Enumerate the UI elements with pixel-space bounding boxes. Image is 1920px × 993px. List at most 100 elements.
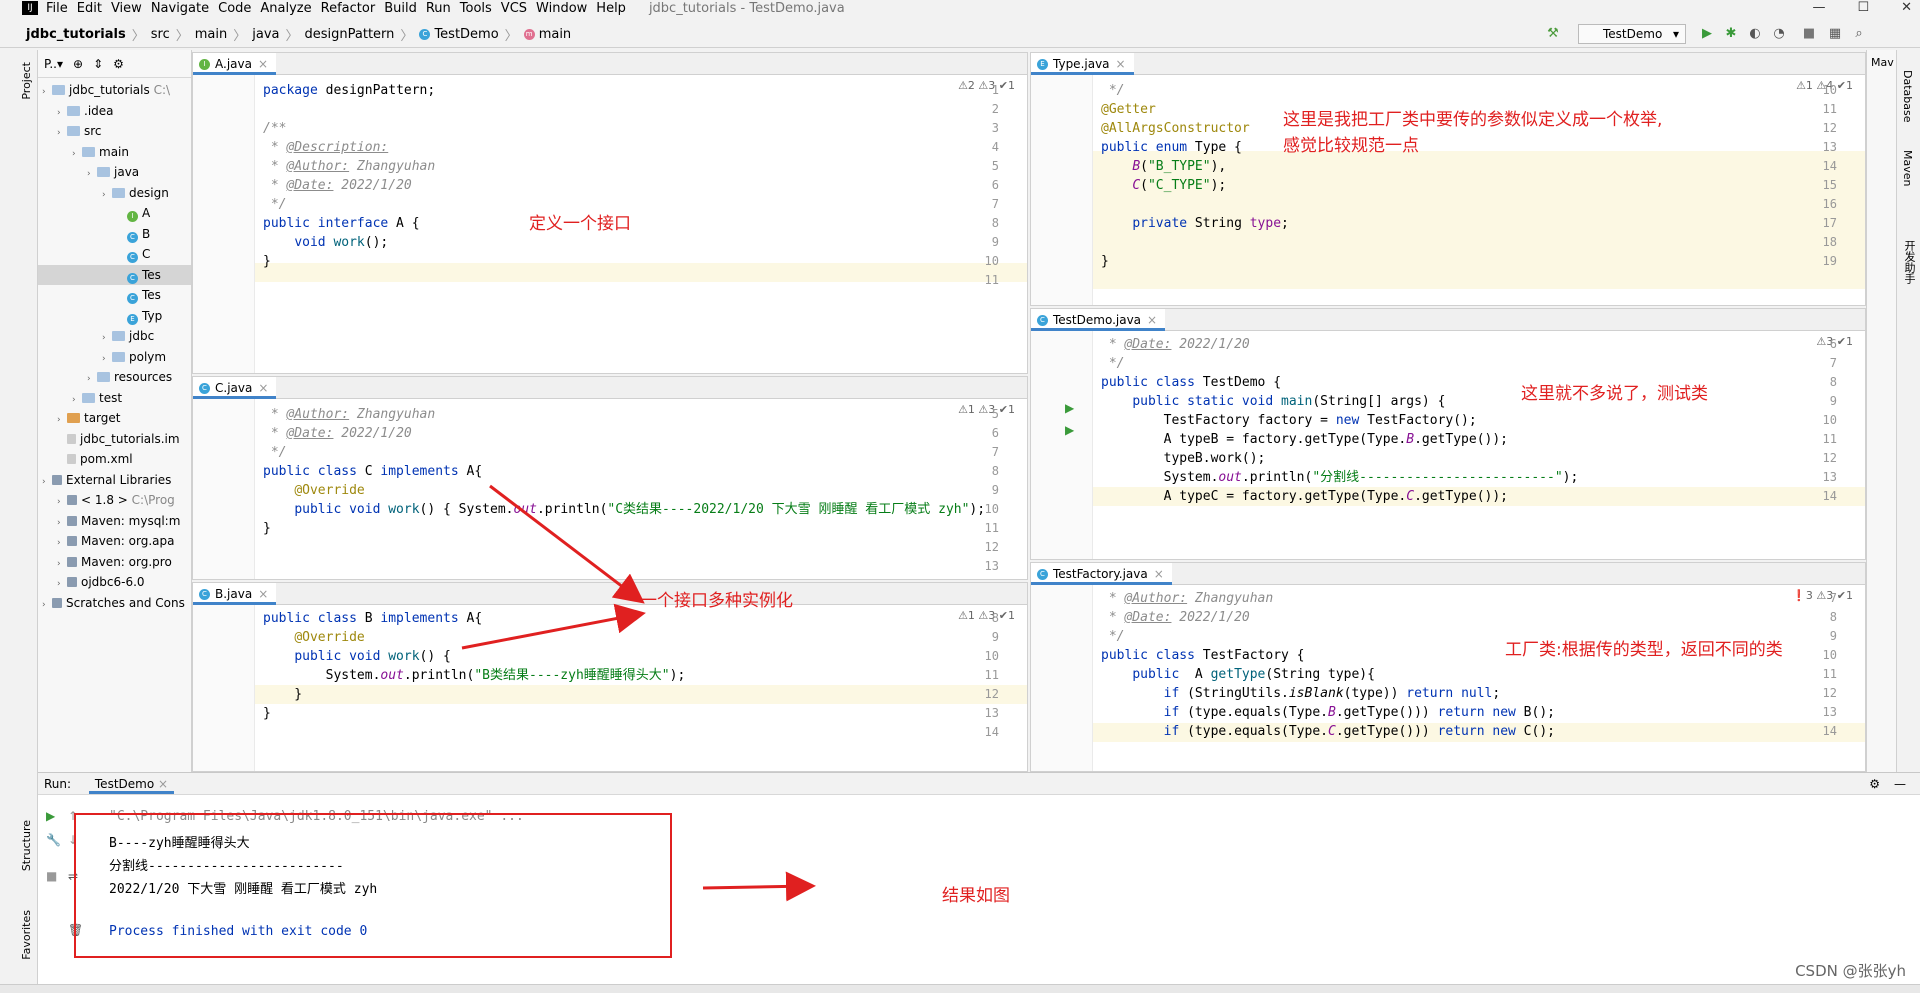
menu-vcs[interactable]: VCS — [501, 1, 527, 16]
code-a[interactable]: package designPattern; /** * @Descriptio… — [263, 81, 435, 271]
tab-c-java[interactable]: C C.java × — [193, 377, 277, 399]
close-tab-icon[interactable]: × — [258, 381, 268, 395]
coverage-icon[interactable]: ◐ — [1748, 27, 1762, 41]
expand-arrow-icon[interactable]: › — [102, 328, 112, 348]
tree-item[interactable]: › test — [38, 388, 122, 408]
expand-arrow-icon[interactable]: › — [87, 369, 97, 389]
tab-type-java[interactable]: E Type.java × — [1031, 53, 1134, 75]
tree-item[interactable]: IA — [38, 203, 150, 223]
tree-item[interactable]: › design — [38, 183, 169, 203]
tree-item[interactable]: jdbc_tutorials.im — [38, 429, 180, 449]
menu-tools[interactable]: Tools — [460, 1, 492, 16]
menu-file[interactable]: File — [46, 1, 68, 16]
project-tool-button[interactable]: Project — [20, 62, 33, 100]
stop-icon[interactable]: ■ — [46, 869, 57, 883]
expand-arrow-icon[interactable]: › — [42, 595, 52, 615]
expand-arrow-icon[interactable]: › — [57, 554, 67, 574]
menu-help[interactable]: Help — [596, 1, 626, 16]
expand-arrow-icon[interactable]: › — [102, 349, 112, 369]
menu-edit[interactable]: Edit — [77, 1, 102, 16]
tree-item[interactable]: › Scratches and Cons — [38, 593, 185, 613]
editor-c[interactable]: C C.java × ⚠1 ⚠3 ✔1 * @Author: Zhangyuhan … — [192, 376, 1028, 580]
expand-arrow-icon[interactable]: › — [42, 472, 52, 492]
menu-run[interactable]: Run — [426, 1, 451, 16]
run-class-icon[interactable]: ▶ — [1065, 401, 1074, 415]
editor-type[interactable]: E Type.java × ⚠1 ⚠4 ✔1 */ @Getter @AllArgs… — [1030, 52, 1866, 306]
project-structure-icon[interactable]: ▦ — [1828, 27, 1842, 41]
tree-item[interactable]: › Maven: mysql:m — [38, 511, 180, 531]
tab-b-java[interactable]: C B.java × — [193, 583, 277, 605]
tree-item[interactable]: › main — [38, 142, 129, 162]
breadcrumb-package[interactable]: designPattern — [305, 27, 395, 42]
expand-arrow-icon[interactable]: › — [57, 574, 67, 594]
expand-arrow-icon[interactable]: › — [57, 103, 67, 123]
tree-item[interactable]: E Typ — [38, 306, 162, 326]
expand-arrow-icon[interactable]: › — [57, 533, 67, 553]
tree-item[interactable]: CB — [38, 224, 150, 244]
expand-arrow-icon[interactable]: › — [57, 513, 67, 533]
tree-item[interactable]: › jdbc_tutorials C:\ — [38, 80, 170, 100]
menu-build[interactable]: Build — [384, 1, 417, 16]
close-tab-icon[interactable]: × — [1154, 567, 1164, 581]
tree-item[interactable]: C Tes — [38, 285, 161, 305]
tree-item[interactable]: › External Libraries — [38, 470, 171, 490]
run-main-icon[interactable]: ▶ — [1065, 423, 1074, 437]
tree-item[interactable]: › .idea — [38, 101, 114, 121]
code-testfactory[interactable]: * @Author: Zhangyuhan * @Date: 2022/1/20… — [1101, 589, 1555, 741]
expand-arrow-icon[interactable]: › — [42, 82, 52, 102]
breadcrumb-main[interactable]: main — [195, 27, 227, 42]
tree-item[interactable]: › polym — [38, 347, 166, 367]
editor-testdemo[interactable]: C TestDemo.java × ⚠3 ✔1 ▶ ▶ * @Date: 2022/… — [1030, 308, 1866, 560]
menu-view[interactable]: View — [111, 1, 142, 16]
close-icon[interactable]: ✕ — [1901, 0, 1912, 15]
tree-item[interactable]: › java — [38, 162, 139, 182]
breadcrumb-java[interactable]: java — [252, 27, 279, 42]
tree-item[interactable]: › target — [38, 408, 121, 428]
build-hammer-icon[interactable]: ⚒ — [1546, 27, 1560, 41]
close-tab-icon[interactable]: × — [258, 587, 268, 601]
close-tab-icon[interactable]: × — [1116, 57, 1126, 71]
close-tab-icon[interactable]: × — [1147, 313, 1157, 327]
editor-b[interactable]: C B.java × ⚠1 ⚠3 ✔1 public class B impleme… — [192, 582, 1028, 772]
tree-item[interactable]: › Maven: org.apa — [38, 531, 174, 551]
structure-tool-button[interactable]: Structure — [20, 820, 33, 871]
settings-icon[interactable]: ⚙ — [1869, 773, 1880, 795]
minimize-icon[interactable]: — — [1812, 0, 1825, 15]
menu-code[interactable]: Code — [218, 1, 251, 16]
collapse-icon[interactable]: ⇕ — [93, 57, 103, 71]
tab-a-java[interactable]: I A.java × — [193, 53, 277, 75]
tree-item[interactable]: › resources — [38, 367, 172, 387]
expand-arrow-icon[interactable]: › — [87, 164, 97, 184]
run-tab-testdemo[interactable]: TestDemo × — [88, 777, 175, 794]
menu-analyze[interactable]: Analyze — [260, 1, 311, 16]
close-tab-icon[interactable]: × — [258, 57, 268, 71]
expand-arrow-icon[interactable]: › — [57, 123, 67, 143]
locate-icon[interactable]: ⊕ — [73, 57, 83, 71]
tab-testfactory-java[interactable]: C TestFactory.java × — [1031, 563, 1172, 585]
tree-item[interactable]: › jdbc — [38, 326, 154, 346]
code-testdemo[interactable]: * @Date: 2022/1/20 */ public class TestD… — [1101, 335, 1578, 506]
menu-window[interactable]: Window — [536, 1, 587, 16]
wrench-icon[interactable]: 🔧 — [46, 833, 61, 847]
debug-icon[interactable]: ✱ — [1724, 27, 1738, 41]
maximize-icon[interactable]: ☐ — [1857, 0, 1869, 15]
tree-item[interactable]: CC — [38, 244, 150, 264]
breadcrumb-src[interactable]: src — [151, 27, 170, 42]
tree-item[interactable]: › < 1.8 > C:\Prog — [38, 490, 175, 510]
tree-item[interactable]: C Tes — [38, 264, 191, 285]
tree-item[interactable]: › Maven: org.pro — [38, 552, 172, 572]
breadcrumb-project[interactable]: jdbc_tutorials — [26, 27, 126, 42]
profile-icon[interactable]: ◔ — [1772, 27, 1786, 41]
favorites-tool-button[interactable]: Favorites — [20, 910, 33, 960]
expand-arrow-icon[interactable]: › — [57, 410, 67, 430]
stop-icon[interactable]: ■ — [1802, 27, 1816, 41]
settings-icon[interactable]: ⚙ — [113, 57, 124, 71]
menu-navigate[interactable]: Navigate — [151, 1, 209, 16]
dev-helper-tool-button[interactable]: 开发助手 — [1901, 240, 1917, 284]
code-c[interactable]: * @Author: Zhangyuhan * @Date: 2022/1/20… — [263, 405, 985, 538]
breadcrumb-class[interactable]: TestDemo — [434, 27, 498, 42]
expand-arrow-icon[interactable]: › — [72, 144, 82, 164]
search-everywhere-icon[interactable]: ⌕ — [1852, 27, 1866, 41]
expand-arrow-icon[interactable]: › — [102, 185, 112, 205]
tab-testdemo-java[interactable]: C TestDemo.java × — [1031, 309, 1166, 331]
